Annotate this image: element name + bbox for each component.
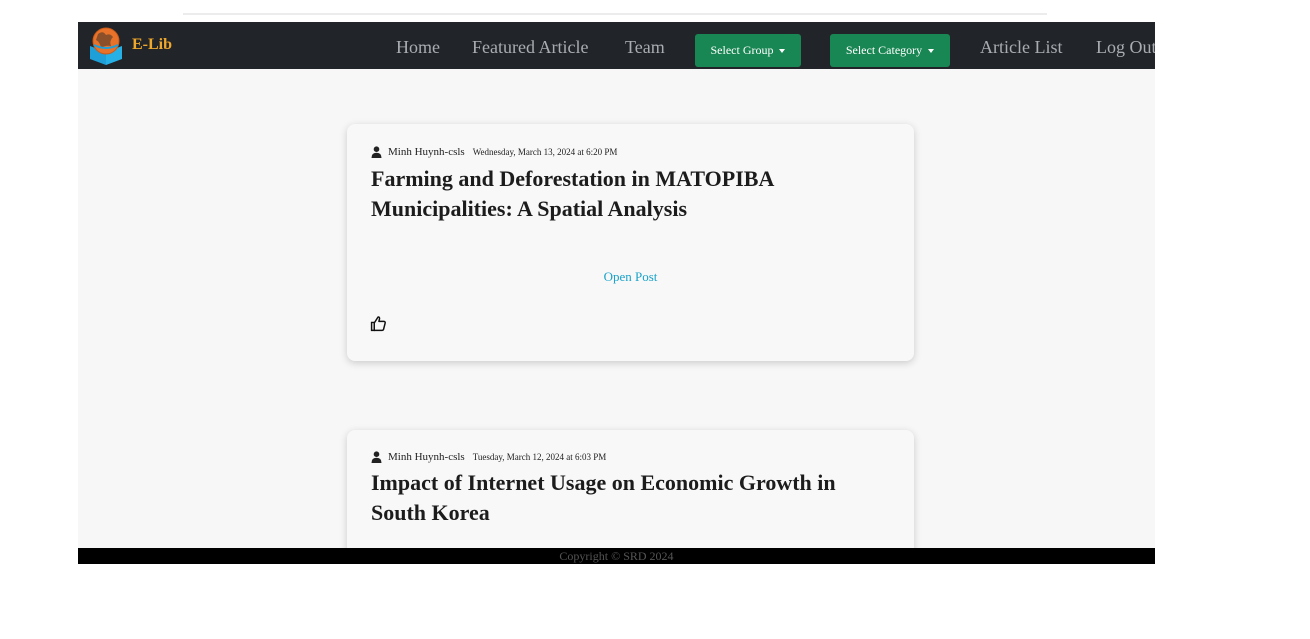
select-category-label: Select Category: [845, 43, 923, 57]
post-title: Impact of Internet Usage on Economic Gro…: [371, 470, 836, 525]
footer: Copyright © SRD 2024: [78, 548, 1155, 564]
nav-home-link[interactable]: Home: [396, 37, 440, 58]
nav-logout-link[interactable]: Log Out: [1096, 37, 1155, 58]
post-card: Minh Huynh-csls Wednesday, March 13, 202…: [347, 124, 914, 361]
nav-team-link[interactable]: Team: [625, 37, 665, 58]
post-meta: Minh Huynh-csls Wednesday, March 13, 202…: [371, 146, 617, 158]
select-group-dropdown[interactable]: Select Group: [695, 34, 801, 67]
user-icon: [371, 451, 382, 463]
nav-featured-article-link[interactable]: Featured Article: [472, 37, 588, 58]
post-meta: Minh Huynh-csls Tuesday, March 12, 2024 …: [371, 451, 606, 463]
post-date: Tuesday, March 12, 2024 at 6:03 PM: [472, 452, 607, 462]
select-category-dropdown[interactable]: Select Category: [830, 34, 950, 67]
open-post-link[interactable]: Open Post: [347, 269, 914, 285]
post-author[interactable]: Minh Huynh-csls: [388, 451, 465, 463]
app-window: E-Lib Home Featured Article Team Select …: [78, 22, 1155, 564]
brand-link[interactable]: E-Lib: [88, 24, 172, 66]
top-divider: [183, 13, 1047, 15]
brand-name: E-Lib: [132, 36, 173, 53]
post-title: Farming and Deforestation in MATOPIBA Mu…: [371, 166, 774, 221]
user-icon: [371, 146, 382, 158]
select-group-label: Select Group: [710, 43, 774, 57]
navbar: E-Lib Home Featured Article Team Select …: [78, 22, 1155, 69]
post-date: Wednesday, March 13, 2024 at 6:20 PM: [472, 147, 618, 157]
copyright-text: Copyright © SRD 2024: [559, 549, 674, 563]
post-card: Minh Huynh-csls Tuesday, March 12, 2024 …: [347, 430, 914, 564]
caret-down-icon: [928, 49, 935, 53]
nav-article-list-link[interactable]: Article List: [980, 37, 1062, 58]
thumbs-up-icon[interactable]: [370, 315, 387, 332]
post-author[interactable]: Minh Huynh-csls: [388, 146, 465, 158]
caret-down-icon: [779, 49, 786, 53]
logo-icon: [90, 27, 122, 65]
